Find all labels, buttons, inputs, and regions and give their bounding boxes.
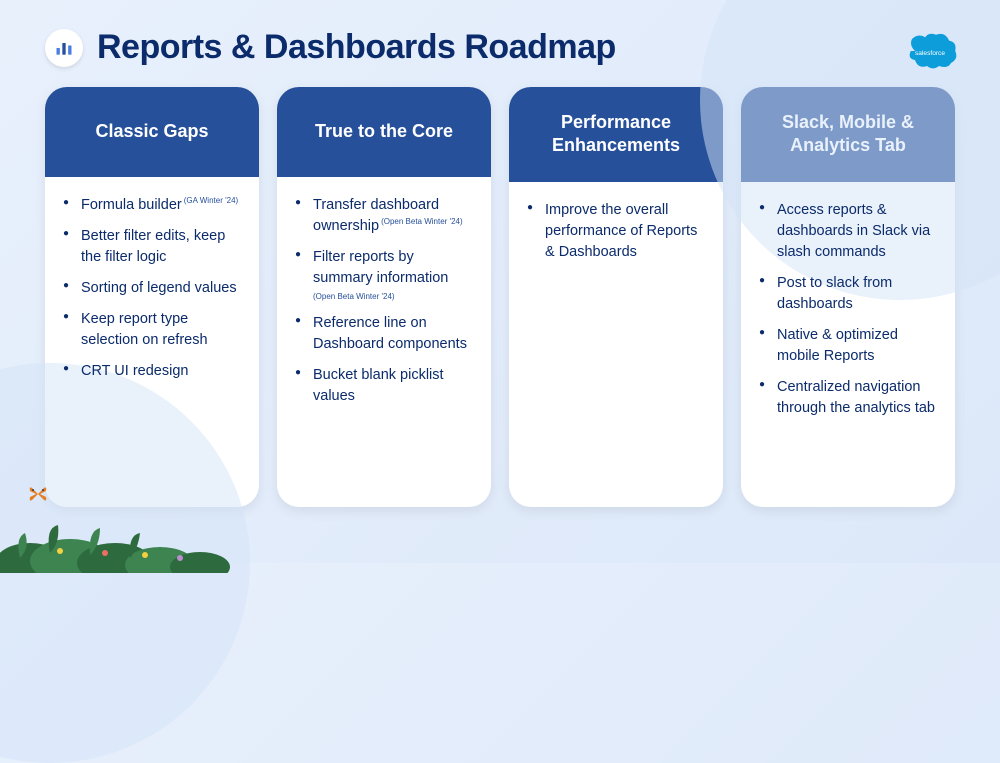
card-title: Classic Gaps	[45, 87, 259, 177]
item-text: Access reports & dashboards in Slack via…	[777, 202, 930, 260]
svg-text:salesforce: salesforce	[915, 50, 945, 57]
list-item: Filter reports by summary information (Op…	[295, 247, 473, 303]
list-item: Centralized navigation through the analy…	[759, 377, 937, 419]
list-item: Formula builder(GA Winter '24)	[63, 195, 241, 216]
item-text: Keep report type selection on refresh	[81, 311, 208, 348]
chart-icon	[45, 29, 83, 67]
item-text: Better filter edits, keep the filter log…	[81, 228, 225, 265]
item-text: Native & optimized mobile Reports	[777, 327, 898, 364]
card-performance: Performance Enhancements Improve the ove…	[509, 87, 723, 507]
list-item: Bucket blank picklist values	[295, 365, 473, 407]
list-item: Reference line on Dashboard components	[295, 313, 473, 355]
item-text: Formula builder	[81, 197, 182, 213]
item-text: Post to slack from dashboards	[777, 275, 892, 312]
item-text: Bucket blank picklist values	[313, 367, 444, 404]
list-item: CRT UI redesign	[63, 361, 241, 382]
item-text: Filter reports by summary information	[313, 249, 448, 286]
card-true-to-core: True to the Core Transfer dashboard owne…	[277, 87, 491, 507]
butterfly-icon	[28, 485, 48, 508]
list-item: Post to slack from dashboards	[759, 273, 937, 315]
item-text: Transfer dashboard ownership	[313, 197, 439, 234]
item-tag: (Open Beta Winter '24)	[313, 291, 473, 303]
item-text: CRT UI redesign	[81, 363, 188, 379]
list-item: Sorting of legend values	[63, 278, 241, 299]
card-title: True to the Core	[277, 87, 491, 177]
page-title: Reports & Dashboards Roadmap	[97, 28, 616, 67]
list-item: Access reports & dashboards in Slack via…	[759, 200, 937, 263]
item-tag: (GA Winter '24)	[184, 196, 238, 205]
card-body: Access reports & dashboards in Slack via…	[741, 182, 955, 447]
card-title: Performance Enhancements	[509, 87, 723, 182]
list-item: Improve the overall performance of Repor…	[527, 200, 705, 263]
card-body: Improve the overall performance of Repor…	[509, 182, 723, 291]
salesforce-logo: salesforce	[900, 30, 960, 77]
list-item: Keep report type selection on refresh	[63, 309, 241, 351]
item-tag: (Open Beta Winter '24)	[381, 217, 463, 226]
item-text: Reference line on Dashboard components	[313, 315, 467, 352]
item-text: Centralized navigation through the analy…	[777, 379, 935, 416]
list-item: Native & optimized mobile Reports	[759, 325, 937, 367]
item-text: Sorting of legend values	[81, 280, 237, 296]
card-body: Transfer dashboard ownership(Open Beta W…	[277, 177, 491, 435]
list-item: Transfer dashboard ownership(Open Beta W…	[295, 195, 473, 237]
list-item: Better filter edits, keep the filter log…	[63, 226, 241, 268]
card-body: Formula builder(GA Winter '24) Better fi…	[45, 177, 259, 410]
item-text: Improve the overall performance of Repor…	[545, 202, 697, 260]
